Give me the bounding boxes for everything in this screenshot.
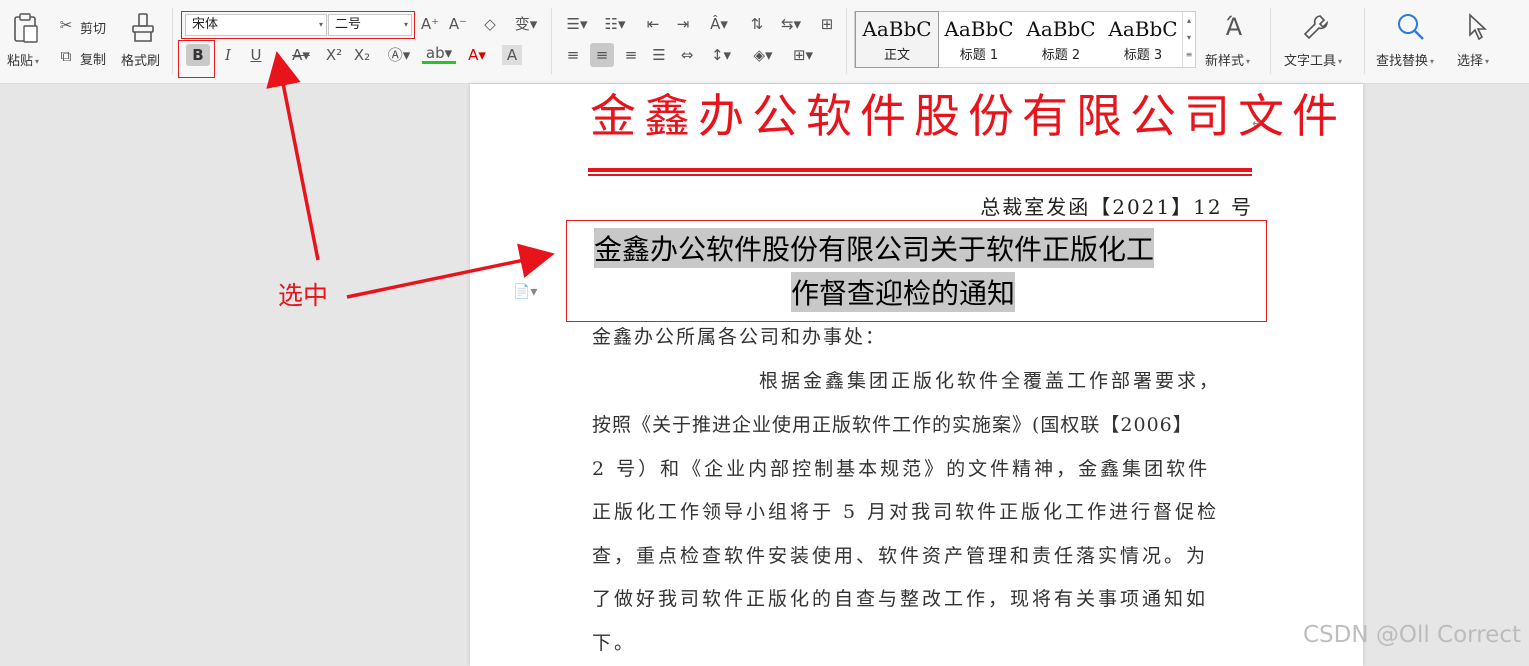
annotation-label: 选中 (278, 281, 329, 310)
watermark: CSDN @Oll Correct (1302, 622, 1521, 648)
document-page[interactable]: 金鑫办公软件股份有限公司文件 ↵ 总裁室发函【2021】12 号 📄▾ 金鑫办公… (470, 84, 1363, 666)
style-sample: AaBbC (862, 17, 932, 41)
style-sample: AaBbC (944, 17, 1014, 41)
header-red-line (588, 168, 1252, 172)
search-icon (1398, 14, 1424, 40)
bold-highlight-box (178, 40, 215, 78)
style-name: 正文 (883, 48, 910, 63)
group-divider (1270, 8, 1271, 74)
document-title-line-1[interactable]: 金鑫办公软件股份有限公司关于软件正版化工 (594, 228, 1155, 268)
new-style-icon: Ά (1225, 13, 1243, 41)
gallery-scroll[interactable]: ▴ ▾ ≡ (1182, 12, 1195, 67)
style-heading-2[interactable]: AaBbC 标题 2 (1020, 12, 1102, 67)
style-sample: AaBbC (1026, 17, 1096, 41)
group-divider (551, 8, 552, 74)
body-line: 按照《关于推进企业使用正版软件工作的实施案》(国权联【2006】 (592, 414, 1193, 436)
align-center-icon[interactable]: ≡ (590, 43, 614, 67)
copy-label: 复制 (80, 53, 107, 68)
subscript-icon[interactable]: X₂ (350, 45, 374, 65)
justify-icon[interactable]: ☰ (648, 45, 670, 65)
body-line: 了做好我司软件正版化的自查与整改工作，现将有关事项通知如 (592, 588, 1209, 610)
distribute-icon[interactable]: ⇔ (676, 45, 698, 65)
body-line: 根据金鑫集团正版化软件全覆盖工作部署要求， (759, 370, 1222, 392)
new-style-label: 新样式 (1205, 50, 1250, 69)
body-line: 2 号）和《企业内部控制基本规范》的文件精神，金鑫集团软件 (592, 458, 1211, 480)
text-direction-icon[interactable]: Â▾ (702, 14, 736, 34)
font-color-icon[interactable]: A▾ (462, 45, 492, 65)
numbered-list-icon[interactable]: ☷▾ (600, 14, 630, 34)
style-normal[interactable]: AaBbC 正文 (855, 11, 939, 68)
clear-format-icon[interactable]: ◇ (480, 14, 500, 34)
paste-options-icon[interactable]: 📄▾ (513, 284, 537, 300)
paste-icon (14, 13, 38, 43)
superscript-icon[interactable]: X² (322, 45, 346, 65)
decrease-indent-icon[interactable]: ⇤ (642, 14, 664, 34)
paragraph-mark-icon: ↵ (1252, 117, 1262, 130)
increase-indent-icon[interactable]: ⇥ (672, 14, 694, 34)
document-number: 总裁室发函【2021】12 号 (980, 195, 1253, 219)
arrow-to-bold-button (266, 51, 320, 261)
group-divider (846, 8, 847, 74)
font-highlight-box (181, 11, 415, 39)
grow-font-icon[interactable]: A⁺ (420, 14, 440, 34)
group-divider (1364, 8, 1365, 74)
style-gallery: AaBbC 正文 AaBbC 标题 1 AaBbC 标题 2 AaBbC 标题 … (854, 11, 1196, 68)
select-label: 选择 (1457, 50, 1489, 69)
style-sample: AaBbC (1108, 17, 1178, 41)
border-icon[interactable]: ⊞▾ (786, 45, 820, 65)
document-addressee: 金鑫办公所属各公司和办事处： (592, 326, 887, 348)
body-line: 正版化工作领导小组将于 5 月对我司软件正版化工作进行督促检 (592, 501, 1220, 523)
paste-label: 粘贴 (7, 50, 39, 69)
document-title-line-2[interactable]: 作督查迎检的通知 (791, 272, 1016, 312)
pinyin-icon[interactable]: 变▾ (512, 14, 540, 34)
format-painter-icon (132, 13, 154, 42)
shading-icon[interactable]: ◈▾ (746, 45, 780, 65)
find-replace-label: 查找替换 (1376, 50, 1434, 69)
strikethrough-icon[interactable]: A▾ (286, 45, 316, 65)
document-header: 金鑫办公软件股份有限公司文件 (590, 89, 1346, 143)
cursor-icon (1469, 13, 1488, 41)
style-name: 标题 2 (1041, 48, 1081, 63)
body-line: 下。 (592, 632, 637, 654)
header-red-line-thin (588, 174, 1252, 176)
underline-button[interactable]: U (246, 45, 266, 65)
align-right-icon[interactable]: ≡ (620, 45, 642, 65)
align-left-icon[interactable]: ≡ (562, 45, 584, 65)
text-effect-icon[interactable]: Ⓐ▾ (384, 45, 414, 65)
table-icon[interactable]: ⊞ (816, 14, 838, 34)
wrench-icon (1303, 15, 1329, 40)
highlight-color-icon[interactable]: ab▾ (422, 45, 456, 64)
ribbon-toolbar: 粘贴 ✂ 剪切 ⧉ 复制 格式刷 宋体 ▾ 二号 ▾ A⁺ A⁻ ◇ 变▾ B … (0, 0, 1529, 84)
bullet-list-icon[interactable]: ☰▾ (562, 14, 592, 34)
cut-label: 剪切 (80, 22, 107, 37)
group-divider (172, 8, 173, 74)
char-shading-icon[interactable]: A (502, 45, 522, 65)
style-name: 标题 3 (1123, 48, 1163, 63)
body-line: 查，重点检查软件安装使用、软件资产管理和责任落实情况。为 (592, 545, 1209, 567)
copy-icon: ⧉ (60, 47, 72, 65)
format-painter-label: 格式刷 (121, 54, 161, 69)
line-spacing-icon[interactable]: ↕▾ (704, 45, 738, 65)
shrink-font-icon[interactable]: A⁻ (448, 14, 468, 34)
style-name: 标题 1 (959, 48, 999, 63)
line-break-icon[interactable]: ⇆▾ (776, 14, 806, 34)
italic-button[interactable]: I (220, 45, 236, 65)
style-heading-1[interactable]: AaBbC 标题 1 (938, 12, 1020, 67)
sort-icon[interactable]: ⇅ (746, 14, 768, 34)
text-tools-label: 文字工具 (1284, 50, 1342, 69)
style-heading-3[interactable]: AaBbC 标题 3 (1102, 12, 1184, 67)
scissors-icon: ✂ (59, 16, 73, 34)
